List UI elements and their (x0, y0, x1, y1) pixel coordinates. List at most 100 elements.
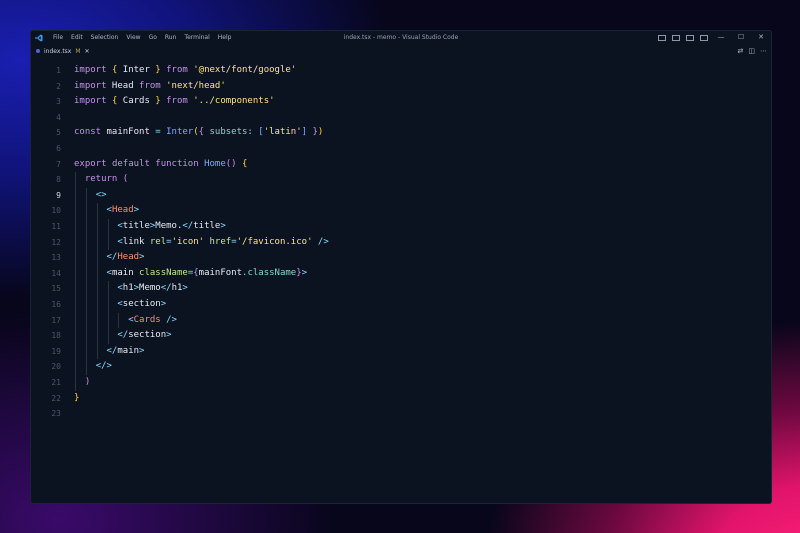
menu-view[interactable]: View (122, 31, 144, 44)
line-number: 9 (56, 190, 61, 200)
code-line[interactable]: 4 (31, 110, 771, 126)
line-number: 13 (51, 253, 61, 263)
vscode-window: File Edit Selection View Go Run Terminal… (30, 30, 772, 504)
tab-close-icon[interactable]: ✕ (85, 48, 90, 55)
line-number: 7 (56, 159, 61, 169)
code-text: <Head> (74, 203, 140, 219)
modified-badge: M (75, 47, 81, 55)
code-line[interactable]: 19 </main> (31, 343, 771, 360)
menu-run[interactable]: Run (161, 31, 181, 44)
code-token: export (74, 158, 107, 169)
code-line[interactable]: 14 <main className={mainFont.className}> (31, 265, 771, 282)
code-token: Cards (133, 314, 161, 325)
code-text: <section> (74, 297, 166, 313)
code-text: const mainFont = Inter({ subsets: ['lati… (74, 125, 323, 141)
code-token: </ (160, 283, 172, 294)
code-line[interactable]: 23 (31, 406, 771, 422)
close-button[interactable]: ✕ (751, 31, 771, 44)
code-line[interactable]: 1 import { Inter } from '@next/font/googl… (31, 63, 771, 79)
code-text: </Head> (74, 250, 145, 266)
code-token: import (74, 80, 107, 91)
code-text: <h1>Memo</h1> (74, 281, 187, 297)
more-actions-icon[interactable]: ⋯ (760, 47, 767, 55)
code-token: Head (106, 80, 140, 91)
code-text: <> (74, 188, 107, 204)
code-token: > (139, 345, 145, 356)
open-changes-icon[interactable]: ⇄ (738, 47, 744, 55)
code-token: /> (166, 314, 177, 325)
editor-actions: ⇄ ◫ ⋯ (738, 44, 768, 58)
menu-help[interactable]: Help (214, 31, 236, 44)
code-token: import (74, 96, 107, 107)
toggle-primary-sidebar-icon[interactable] (658, 34, 666, 41)
line-number: 20 (51, 362, 61, 372)
code-token: { (242, 158, 248, 169)
code-text: return ( (74, 172, 128, 188)
code-token: '@next/font/google' (193, 65, 297, 75)
line-number: 1 (56, 66, 61, 75)
code-token: const (74, 127, 102, 138)
customize-layout-icon[interactable] (700, 34, 708, 41)
split-editor-icon[interactable]: ◫ (748, 47, 755, 55)
code-line[interactable]: 6 (31, 141, 771, 157)
maximize-button[interactable]: ☐ (731, 31, 751, 44)
tab-index-tsx[interactable]: index.tsx M ✕ (31, 44, 95, 58)
menu-file[interactable]: File (49, 31, 67, 44)
menu-go[interactable]: Go (145, 31, 161, 44)
menu-edit[interactable]: Edit (67, 31, 87, 44)
code-line[interactable]: 12 <link rel='icon' href='/favicon.ico' … (31, 234, 771, 251)
line-number: 14 (51, 268, 61, 278)
code-token: Inter (166, 127, 194, 138)
code-line[interactable]: 17 <Cards /> (31, 312, 771, 329)
code-editor[interactable]: 1 import { Inter } from '@next/font/googl… (31, 60, 771, 503)
code-text: </section> (74, 328, 172, 344)
code-line[interactable]: 3 import { Cards } from '../components' (31, 94, 771, 110)
line-number: 17 (51, 315, 61, 325)
code-token: > (166, 330, 172, 341)
code-line[interactable]: 9 <> (31, 187, 771, 204)
line-number: 6 (56, 144, 61, 153)
code-token: return (84, 174, 118, 185)
code-line[interactable]: 15 <h1>Memo</h1> (31, 281, 771, 297)
code-token: h1 (122, 283, 134, 294)
line-number: 8 (56, 175, 61, 185)
code-token: mainFont (101, 127, 156, 138)
menu-terminal[interactable]: Terminal (180, 31, 213, 44)
menu-bar: File Edit Selection View Go Run Terminal… (49, 31, 235, 44)
code-text: </main> (74, 344, 145, 360)
toggle-panel-icon[interactable] (672, 34, 680, 41)
code-line[interactable]: 8 return ( (31, 172, 771, 188)
line-number: 11 (51, 222, 61, 231)
code-token: <> (95, 189, 107, 200)
code-line[interactable]: 7 export default function Home() { (31, 157, 771, 173)
code-token: main (111, 267, 134, 278)
menu-selection[interactable]: Selection (87, 31, 123, 44)
line-number: 2 (56, 81, 61, 91)
title-bar: File Edit Selection View Go Run Terminal… (31, 31, 771, 44)
code-token: </> (95, 361, 112, 372)
minimize-button[interactable]: — (711, 31, 731, 44)
code-line[interactable]: 5 const mainFont = Inter({ subsets: ['lat… (31, 125, 771, 141)
code-text: <main className={mainFont.className}> (74, 266, 308, 282)
code-line[interactable]: 10 <Head> (31, 203, 771, 219)
code-line[interactable]: 2 import Head from 'next/head' (31, 79, 771, 95)
code-token: import (74, 65, 107, 75)
code-line[interactable]: 18 </section> (31, 328, 771, 344)
code-line[interactable]: 20 </> (31, 359, 771, 375)
code-text: <link rel='icon' href='/favicon.ico' /> (74, 235, 328, 251)
code-line[interactable]: 11 <title>Memo.</title> (31, 219, 771, 235)
code-line[interactable]: 22} (31, 391, 771, 407)
toggle-secondary-sidebar-icon[interactable] (686, 34, 694, 41)
code-line[interactable]: 16 <section> (31, 297, 771, 313)
code-line[interactable]: 13 </Head> (31, 250, 771, 266)
code-token: Home (204, 158, 226, 169)
code-token: ) (317, 127, 324, 138)
line-number: 18 (51, 331, 61, 341)
code-token: > (133, 205, 140, 216)
code-token: '../components' (193, 96, 275, 107)
code-line[interactable]: 21 ) (31, 375, 771, 391)
code-token: subsets (204, 127, 248, 138)
